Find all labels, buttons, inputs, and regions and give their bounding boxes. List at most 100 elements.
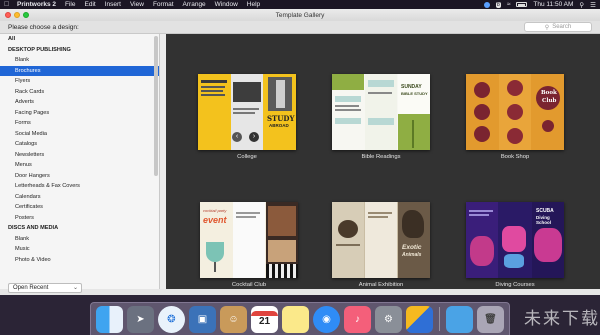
template-gallery: STUDY ABROAD ‹ › College SUNDAY BIBLE ST… (166, 34, 600, 289)
template-caption: College (237, 154, 257, 160)
launchpad-icon[interactable]: ➤ (127, 305, 154, 333)
title-bar: Template Gallery (0, 9, 600, 21)
menu-file[interactable]: File (65, 1, 75, 8)
sidebar-scrollbar[interactable] (154, 36, 158, 176)
system-preferences-icon[interactable]: ⚙ (375, 305, 402, 333)
status-app-icon[interactable] (483, 1, 490, 8)
dock-separator (439, 307, 440, 331)
template-card-diving-courses[interactable]: SCUBA Diving School Diving Courses (466, 202, 564, 288)
sidebar-item-all[interactable]: All (0, 34, 159, 45)
menu-list-icon[interactable]: ☰ (590, 1, 596, 9)
thumb-sub: BIBLE STUDY (401, 91, 428, 96)
menu-app[interactable]: Printworks 2 (17, 1, 56, 8)
preview-icon[interactable]: ▣ (189, 305, 216, 333)
sidebar-item-calendars[interactable]: Calendars (0, 192, 159, 203)
template-thumbnail: SUNDAY BIBLE STUDY (332, 74, 430, 150)
sidebar-item-posters[interactable]: Posters (0, 213, 159, 224)
wifi-icon[interactable]: ≈ (507, 1, 511, 8)
finder-icon[interactable] (96, 305, 123, 333)
menu-bar:  Printworks 2 File Edit Insert View For… (0, 0, 600, 9)
menu-view[interactable]: View (130, 1, 144, 8)
music-icon[interactable]: ♪ (344, 305, 371, 333)
menu-edit[interactable]: Edit (85, 1, 96, 8)
template-caption: Cocktail Club (231, 282, 267, 288)
menu-format[interactable]: Format (153, 1, 174, 8)
sidebar-item-media-blank[interactable]: Blank (0, 234, 159, 245)
sidebar-item-menus[interactable]: Menus (0, 160, 159, 171)
sidebar-item-photo-video[interactable]: Photo & Video (0, 255, 159, 266)
thumb-sub: Diving School (536, 215, 552, 225)
sidebar-item-newsletters[interactable]: Newsletters (0, 150, 159, 161)
next-arrow-icon[interactable]: › (249, 132, 259, 142)
template-card-animal-exhibition[interactable]: Exotic Animals Animal Exhibition (332, 202, 430, 288)
sidebar-item-facing-pages[interactable]: Facing Pages (0, 108, 159, 119)
thumb-tag: event (203, 215, 227, 225)
sidebar-item-catalogs[interactable]: Catalogs (0, 139, 159, 150)
apple-menu-icon[interactable]:  (4, 1, 11, 8)
search-input[interactable]: ⚲ Search (524, 22, 592, 32)
thumb-tag: STUDY (267, 114, 295, 123)
search-placeholder: Search (552, 24, 572, 30)
template-card-bible-readings[interactable]: SUNDAY BIBLE STUDY Bible Readings (332, 74, 430, 160)
sidebar-item-adverts[interactable]: Adverts (0, 97, 159, 108)
sidebar-item-brochures[interactable]: Brochures (0, 65, 159, 76)
sidebar-item-blank[interactable]: Blank (0, 55, 159, 66)
template-card-college[interactable]: STUDY ABROAD ‹ › College (198, 74, 296, 160)
sidebar-item-forms[interactable]: Forms (0, 118, 159, 129)
sidebar-item-rack-cards[interactable]: Rack Cards (0, 87, 159, 98)
contacts-icon[interactable]: ☺ (220, 305, 247, 333)
folder-icon[interactable] (446, 305, 473, 333)
category-sidebar[interactable]: All DESKTOP PUBLISHING Blank Brochures F… (0, 34, 160, 289)
sidebar-section-discs-and-media: DISCS AND MEDIA (8, 225, 59, 231)
trash-icon[interactable]: 🗑 (477, 305, 504, 333)
sidebar-item-certificates[interactable]: Certificates (0, 202, 159, 213)
sidebar-item-flyers[interactable]: Flyers (0, 76, 159, 87)
prompt-bar: Please choose a design: ⚲ Search (0, 21, 600, 34)
thumb-sub: ABROAD (269, 123, 289, 128)
sidebar-item-letterheads[interactable]: Letterheads & Fax Covers (0, 181, 159, 192)
template-caption: Book Shop (500, 154, 530, 160)
clock[interactable]: Thu 11:50 AM (533, 1, 573, 8)
sidebar-item-door-hangers[interactable]: Door Hangers (0, 171, 159, 182)
zoom-button[interactable] (23, 12, 29, 18)
open-recent-dropdown[interactable]: Open Recent ⌄ (8, 283, 82, 293)
template-caption: Animal Exhibition (358, 282, 404, 288)
menu-insert[interactable]: Insert (105, 1, 121, 8)
close-button[interactable] (5, 12, 11, 18)
prev-arrow-icon[interactable]: ‹ (232, 132, 242, 142)
calendar-icon[interactable]: 21 (251, 305, 278, 333)
menu-arrange[interactable]: Arrange (183, 1, 206, 8)
template-thumbnail: SCUBA Diving School (466, 202, 564, 278)
menu-window[interactable]: Window (215, 1, 238, 8)
status-area: 8 ≈ Thu 11:50 AM ⚲ ☰ (483, 1, 596, 9)
template-card-book-shop[interactable]: Book Club Book Shop (466, 74, 564, 160)
safari-icon[interactable]: ❂ (158, 305, 185, 333)
template-card-cocktail-club[interactable]: cocktail party event Cocktail Club (200, 202, 298, 288)
template-thumbnail: cocktail party event (200, 202, 298, 278)
sidebar-item-music[interactable]: Music (0, 244, 159, 255)
sidebar-item-social-media[interactable]: Social Media (0, 129, 159, 140)
calendar-day: 21 (258, 316, 271, 327)
notes-icon[interactable] (282, 305, 309, 333)
status-badge[interactable]: 8 (495, 1, 501, 8)
thumb-tag: SCUBA (536, 208, 554, 214)
printworks-icon[interactable] (406, 305, 433, 333)
window-controls (5, 12, 29, 18)
dock: ➤ ❂ ▣ ☺ 21 ◉ ♪ ⚙ 🗑 (90, 302, 510, 335)
template-gallery-window: Template Gallery Please choose a design:… (0, 9, 600, 295)
watermark: 未来下载 (524, 309, 600, 329)
design-prompt: Please choose a design: (8, 23, 79, 31)
thumb-tag: Exotic (402, 244, 422, 251)
template-caption: Diving Courses (495, 282, 535, 288)
menu-help[interactable]: Help (247, 1, 260, 8)
search-icon: ⚲ (544, 24, 550, 31)
template-thumbnail: Exotic Animals (332, 202, 430, 278)
minimize-button[interactable] (14, 12, 20, 18)
battery-icon[interactable] (516, 2, 528, 7)
chevron-down-icon: ⌄ (72, 285, 78, 291)
sidebar-section-desktop-publishing: DESKTOP PUBLISHING (8, 46, 71, 53)
template-thumbnail: Book Club (466, 74, 564, 150)
messages-icon[interactable]: ◉ (313, 305, 340, 333)
spotlight-icon[interactable]: ⚲ (579, 1, 584, 9)
thumb-sub: cocktail party (203, 208, 227, 213)
